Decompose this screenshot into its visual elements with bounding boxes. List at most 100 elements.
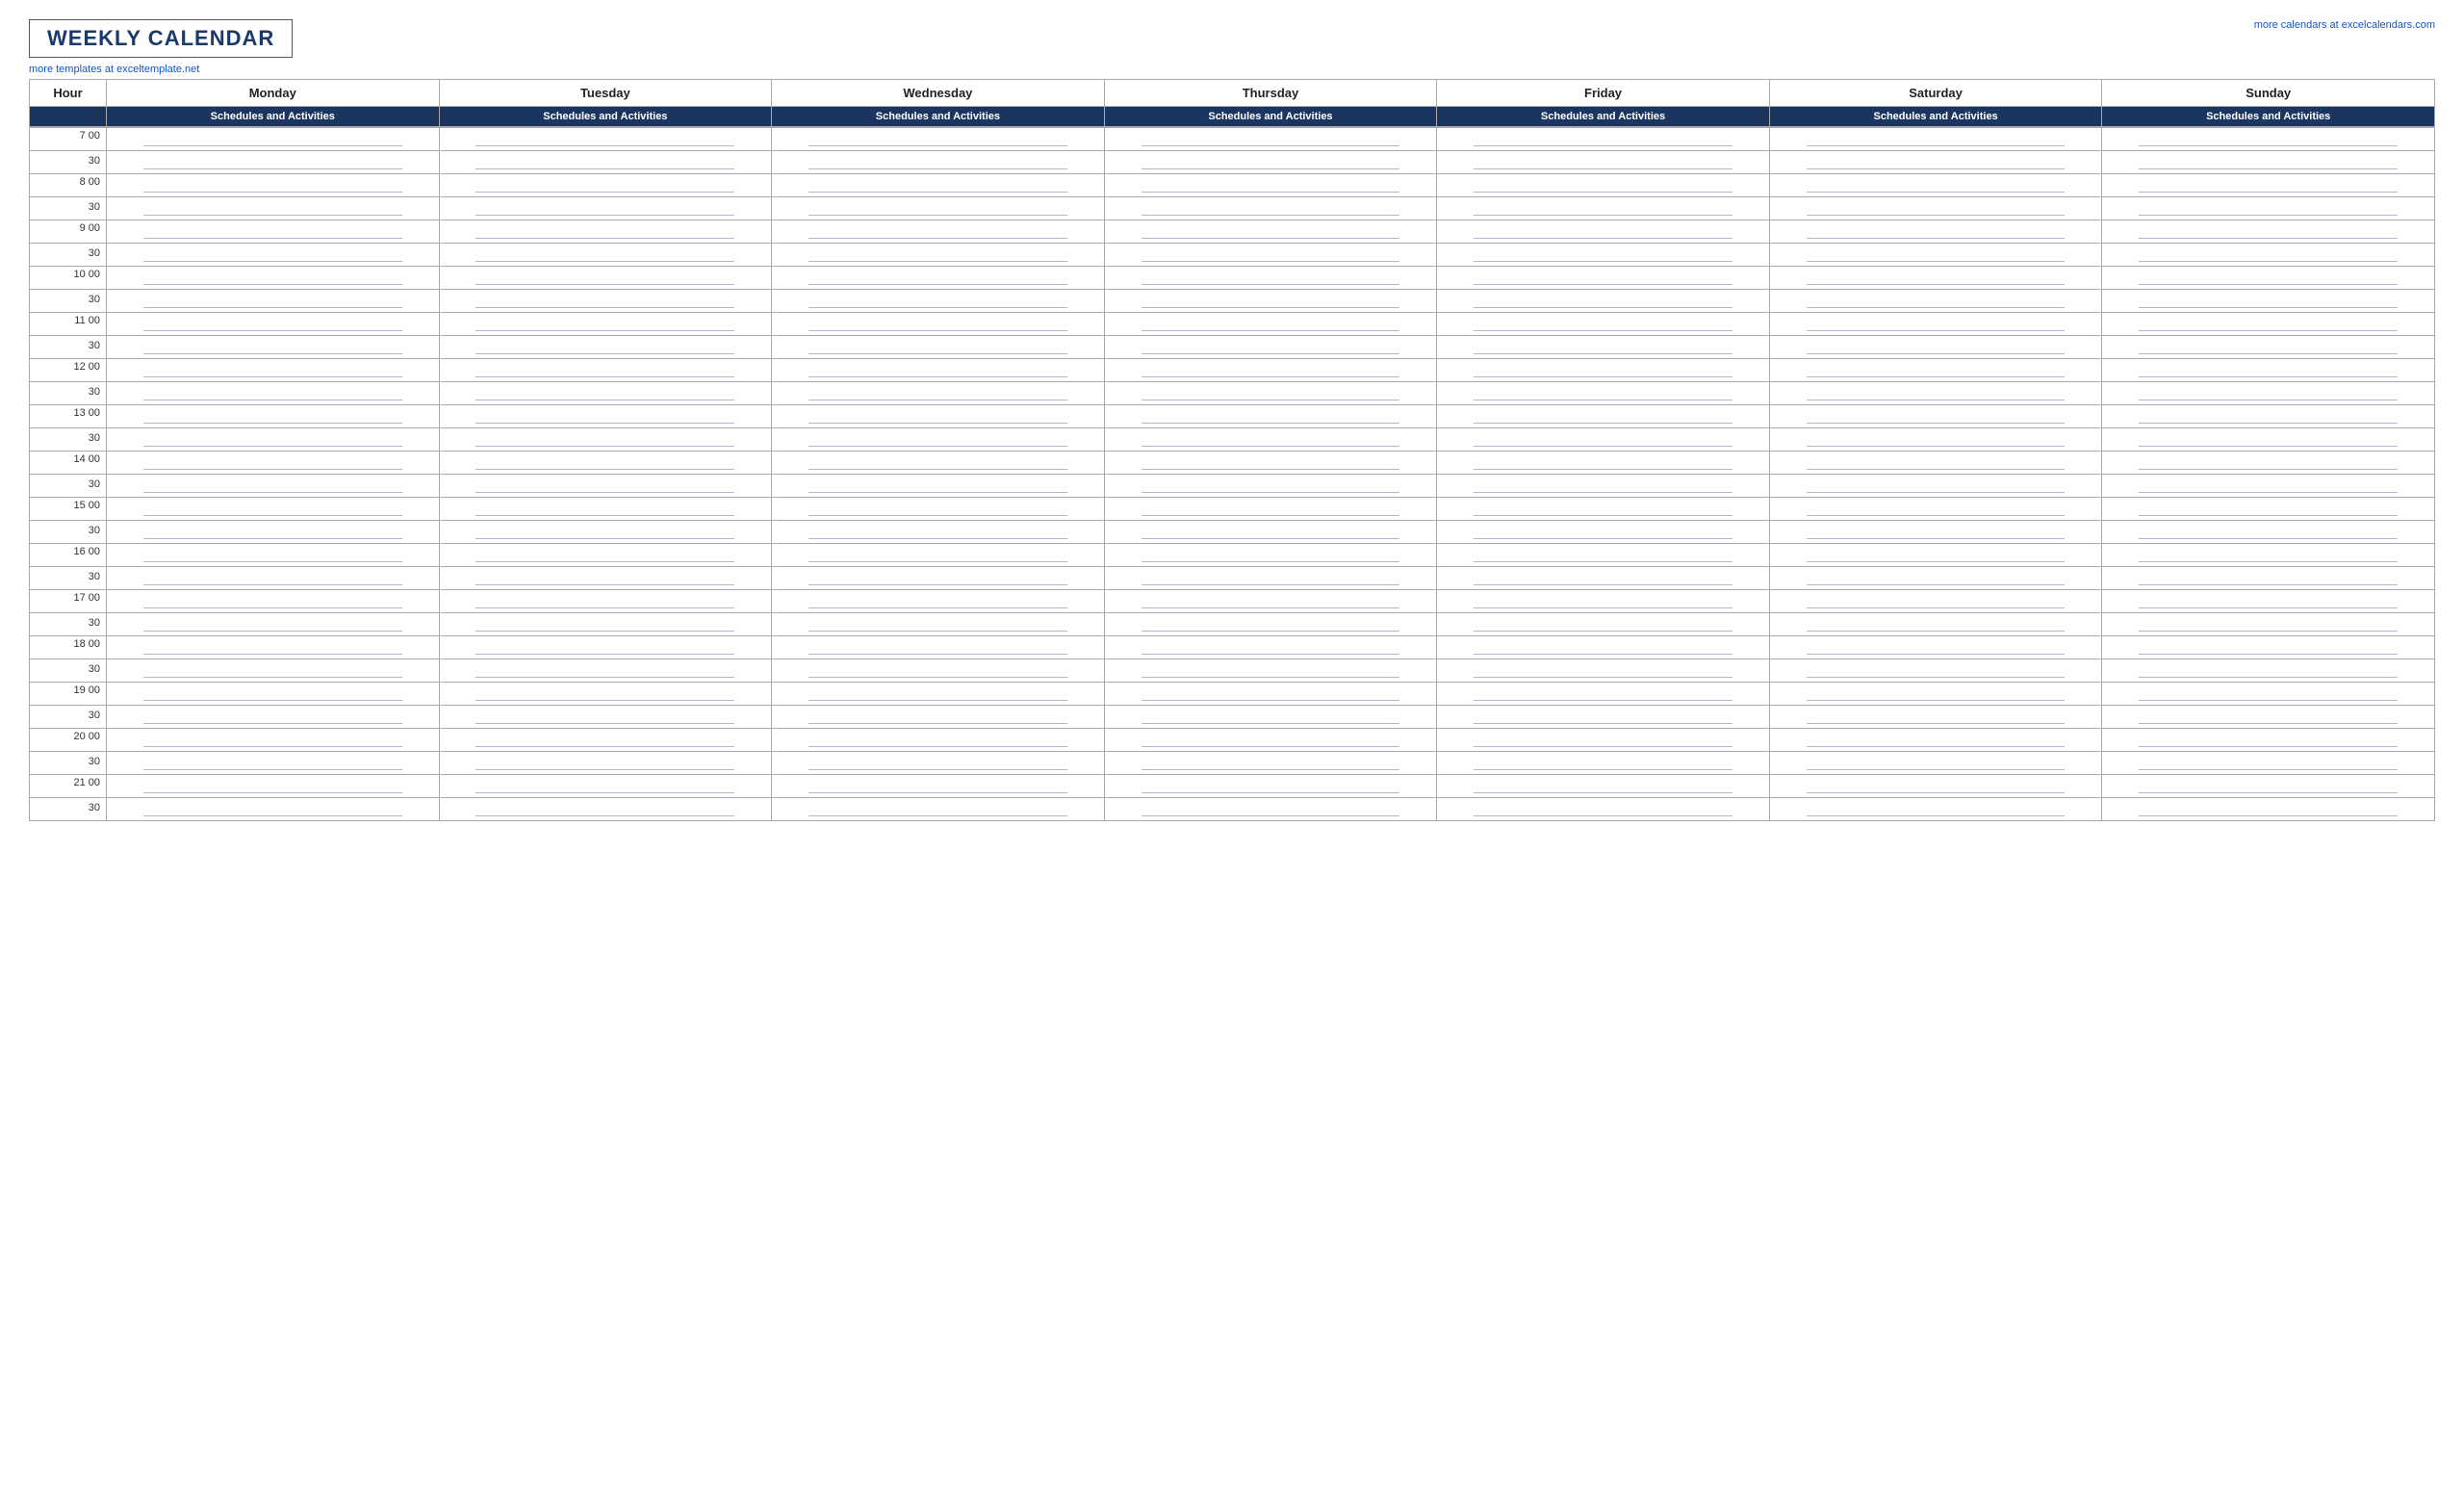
schedule-cell-7-half-day6[interactable] — [2102, 150, 2435, 173]
schedule-cell-9-day4[interactable] — [1437, 220, 1770, 243]
schedule-cell-15-day4[interactable] — [1437, 497, 1770, 520]
schedule-cell-17-day6[interactable] — [2102, 589, 2435, 612]
schedule-cell-20-day2[interactable] — [772, 728, 1105, 751]
schedule-cell-16-half-day2[interactable] — [772, 566, 1105, 589]
schedule-cell-13-half-day5[interactable] — [1769, 427, 2102, 451]
schedule-cell-10-half-day4[interactable] — [1437, 289, 1770, 312]
schedule-cell-8-day5[interactable] — [1769, 173, 2102, 196]
schedule-cell-17-half-day1[interactable] — [439, 612, 772, 635]
schedule-cell-7-half-day2[interactable] — [772, 150, 1105, 173]
schedule-cell-11-half-day1[interactable] — [439, 335, 772, 358]
schedule-cell-16-day3[interactable] — [1104, 543, 1437, 566]
link-right[interactable]: more calendars at excelcalendars.com — [2254, 19, 2435, 31]
schedule-cell-9-half-day2[interactable] — [772, 243, 1105, 266]
schedule-cell-16-half-day1[interactable] — [439, 566, 772, 589]
schedule-cell-10-half-day2[interactable] — [772, 289, 1105, 312]
schedule-cell-20-day3[interactable] — [1104, 728, 1437, 751]
schedule-cell-13-half-day1[interactable] — [439, 427, 772, 451]
schedule-cell-20-half-day5[interactable] — [1769, 751, 2102, 774]
schedule-cell-21-day4[interactable] — [1437, 774, 1770, 797]
schedule-cell-8-half-day2[interactable] — [772, 196, 1105, 220]
schedule-cell-9-day1[interactable] — [439, 220, 772, 243]
schedule-cell-11-day6[interactable] — [2102, 312, 2435, 335]
schedule-cell-21-half-day0[interactable] — [107, 797, 440, 820]
schedule-cell-17-half-day0[interactable] — [107, 612, 440, 635]
schedule-cell-9-day0[interactable] — [107, 220, 440, 243]
schedule-cell-10-day2[interactable] — [772, 266, 1105, 289]
schedule-cell-21-day5[interactable] — [1769, 774, 2102, 797]
schedule-cell-12-half-day3[interactable] — [1104, 381, 1437, 404]
schedule-cell-18-day3[interactable] — [1104, 635, 1437, 659]
schedule-cell-9-half-day1[interactable] — [439, 243, 772, 266]
schedule-cell-17-day5[interactable] — [1769, 589, 2102, 612]
schedule-cell-17-day2[interactable] — [772, 589, 1105, 612]
schedule-cell-13-half-day0[interactable] — [107, 427, 440, 451]
schedule-cell-16-day4[interactable] — [1437, 543, 1770, 566]
schedule-cell-12-day3[interactable] — [1104, 358, 1437, 381]
schedule-cell-11-day5[interactable] — [1769, 312, 2102, 335]
schedule-cell-7-half-day0[interactable] — [107, 150, 440, 173]
schedule-cell-8-day0[interactable] — [107, 173, 440, 196]
schedule-cell-15-day5[interactable] — [1769, 497, 2102, 520]
schedule-cell-9-half-day4[interactable] — [1437, 243, 1770, 266]
schedule-cell-16-half-day6[interactable] — [2102, 566, 2435, 589]
schedule-cell-20-day0[interactable] — [107, 728, 440, 751]
schedule-cell-17-day0[interactable] — [107, 589, 440, 612]
schedule-cell-7-day1[interactable] — [439, 127, 772, 150]
schedule-cell-21-half-day6[interactable] — [2102, 797, 2435, 820]
schedule-cell-11-half-day3[interactable] — [1104, 335, 1437, 358]
schedule-cell-18-half-day5[interactable] — [1769, 659, 2102, 682]
schedule-cell-15-half-day6[interactable] — [2102, 520, 2435, 543]
schedule-cell-17-half-day4[interactable] — [1437, 612, 1770, 635]
schedule-cell-9-half-day0[interactable] — [107, 243, 440, 266]
schedule-cell-20-half-day6[interactable] — [2102, 751, 2435, 774]
schedule-cell-12-day5[interactable] — [1769, 358, 2102, 381]
schedule-cell-7-half-day5[interactable] — [1769, 150, 2102, 173]
schedule-cell-16-half-day3[interactable] — [1104, 566, 1437, 589]
schedule-cell-17-half-day5[interactable] — [1769, 612, 2102, 635]
schedule-cell-13-day5[interactable] — [1769, 404, 2102, 427]
schedule-cell-8-day2[interactable] — [772, 173, 1105, 196]
schedule-cell-7-half-day3[interactable] — [1104, 150, 1437, 173]
schedule-cell-12-day1[interactable] — [439, 358, 772, 381]
schedule-cell-9-day5[interactable] — [1769, 220, 2102, 243]
schedule-cell-16-half-day0[interactable] — [107, 566, 440, 589]
schedule-cell-8-half-day4[interactable] — [1437, 196, 1770, 220]
schedule-cell-21-half-day2[interactable] — [772, 797, 1105, 820]
schedule-cell-14-day1[interactable] — [439, 451, 772, 474]
schedule-cell-18-day1[interactable] — [439, 635, 772, 659]
schedule-cell-13-day4[interactable] — [1437, 404, 1770, 427]
schedule-cell-20-day1[interactable] — [439, 728, 772, 751]
schedule-cell-20-half-day2[interactable] — [772, 751, 1105, 774]
schedule-cell-7-day0[interactable] — [107, 127, 440, 150]
schedule-cell-14-day6[interactable] — [2102, 451, 2435, 474]
schedule-cell-8-day1[interactable] — [439, 173, 772, 196]
schedule-cell-16-half-day5[interactable] — [1769, 566, 2102, 589]
schedule-cell-11-half-day4[interactable] — [1437, 335, 1770, 358]
schedule-cell-15-half-day1[interactable] — [439, 520, 772, 543]
schedule-cell-19-half-day0[interactable] — [107, 705, 440, 728]
schedule-cell-14-half-day1[interactable] — [439, 474, 772, 497]
schedule-cell-19-day4[interactable] — [1437, 682, 1770, 705]
schedule-cell-10-half-day3[interactable] — [1104, 289, 1437, 312]
schedule-cell-19-half-day5[interactable] — [1769, 705, 2102, 728]
schedule-cell-20-day6[interactable] — [2102, 728, 2435, 751]
schedule-cell-21-day2[interactable] — [772, 774, 1105, 797]
schedule-cell-19-day5[interactable] — [1769, 682, 2102, 705]
schedule-cell-12-half-day2[interactable] — [772, 381, 1105, 404]
schedule-cell-19-day2[interactable] — [772, 682, 1105, 705]
schedule-cell-8-half-day5[interactable] — [1769, 196, 2102, 220]
schedule-cell-10-half-day5[interactable] — [1769, 289, 2102, 312]
schedule-cell-18-half-day0[interactable] — [107, 659, 440, 682]
schedule-cell-12-half-day1[interactable] — [439, 381, 772, 404]
schedule-cell-11-half-day2[interactable] — [772, 335, 1105, 358]
schedule-cell-14-half-day0[interactable] — [107, 474, 440, 497]
schedule-cell-20-half-day1[interactable] — [439, 751, 772, 774]
schedule-cell-13-day3[interactable] — [1104, 404, 1437, 427]
schedule-cell-12-half-day4[interactable] — [1437, 381, 1770, 404]
link-left[interactable]: more templates at exceltemplate.net — [29, 64, 199, 75]
schedule-cell-15-half-day4[interactable] — [1437, 520, 1770, 543]
schedule-cell-15-half-day5[interactable] — [1769, 520, 2102, 543]
schedule-cell-9-half-day3[interactable] — [1104, 243, 1437, 266]
schedule-cell-11-day1[interactable] — [439, 312, 772, 335]
